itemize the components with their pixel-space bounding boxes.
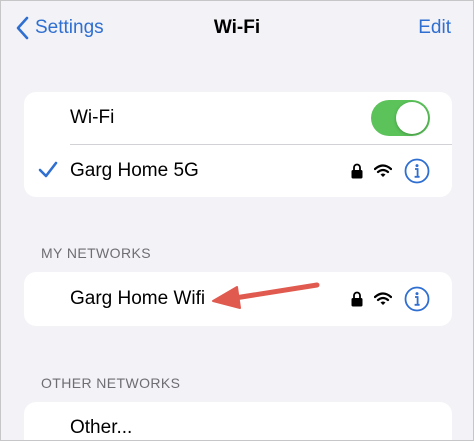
wifi-icon: [374, 292, 392, 305]
annotation-arrow: [212, 282, 320, 309]
wifi-icon: [374, 164, 392, 177]
other-network-label: Other...: [70, 417, 133, 438]
wifi-card: Wi-Fi Garg Home 5G: [24, 92, 452, 197]
other-network-row[interactable]: Other...: [24, 402, 452, 440]
page-title: Wi-Fi: [213, 17, 261, 38]
wifi-settings-screen: Settings Wi-Fi Edit Wi-Fi Garg Home 5G M…: [0, 0, 474, 441]
lock-icon: [351, 163, 363, 179]
checkmark-icon: [38, 161, 58, 178]
info-icon[interactable]: [404, 286, 430, 312]
toggle-knob: [396, 102, 428, 134]
network-name: Garg Home Wifi: [70, 288, 206, 309]
other-networks-card: Other...: [24, 402, 452, 440]
wifi-toggle-label: Wi-Fi: [70, 107, 115, 128]
edit-button[interactable]: Edit: [418, 13, 451, 43]
lock-icon: [351, 291, 363, 307]
connected-network-name: Garg Home 5G: [70, 160, 199, 181]
wifi-toggle-row: Wi-Fi: [24, 92, 452, 144]
connected-network-row[interactable]: Garg Home 5G: [24, 145, 452, 197]
info-icon[interactable]: [404, 158, 430, 184]
wifi-toggle[interactable]: [371, 100, 430, 136]
other-networks-header: OTHER NETWORKS: [41, 375, 181, 391]
my-networks-header: MY NETWORKS: [41, 245, 151, 261]
